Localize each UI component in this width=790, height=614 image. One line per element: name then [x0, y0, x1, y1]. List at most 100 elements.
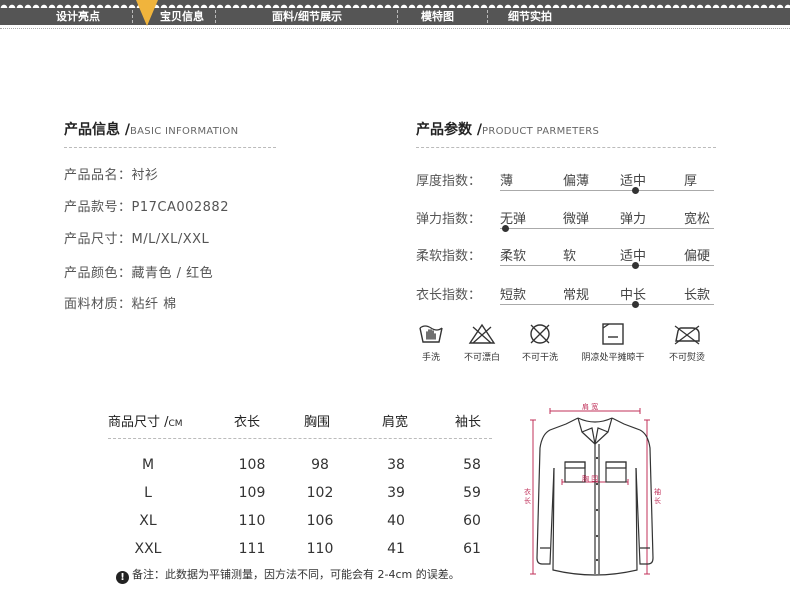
measure-cell: 106	[306, 513, 334, 529]
size-cell: L	[144, 485, 152, 501]
measure-cell: 108	[238, 457, 266, 473]
care-label-no-dry-clean: 不可干洗	[521, 353, 558, 363]
diagram-chest-label: 胸 围	[582, 475, 599, 483]
param-scale-line	[500, 228, 714, 229]
param-selected-dot	[632, 301, 639, 308]
info-style-no: 产品款号：P17CA002882	[64, 200, 229, 215]
warning-icon: !	[116, 571, 129, 584]
param-option: 宽松	[684, 212, 711, 227]
param-option: 适中	[620, 174, 647, 189]
size-cell: XL	[139, 513, 157, 529]
param-selected-dot	[502, 225, 509, 232]
info-name: 产品品名：衬衫	[64, 168, 159, 183]
care-label-dry-flat: 阴凉处平摊晾干	[581, 353, 645, 363]
param-option: 中长	[620, 288, 647, 303]
param-option: 短款	[500, 288, 527, 303]
nav-separator	[132, 10, 133, 23]
param-label: 衣长指数：	[416, 288, 482, 303]
size-table-unit: CM	[168, 419, 183, 429]
param-option: 偏硬	[684, 249, 711, 264]
care-hand-wash: 手洗	[416, 322, 446, 363]
param-scale-line	[500, 190, 714, 191]
size-table-title-cn: 商品尺寸 /	[108, 415, 169, 430]
param-scale-line	[500, 265, 714, 266]
product-params-title-en: PRODUCT PARMETERS	[482, 126, 600, 137]
param-option: 常规	[563, 288, 590, 303]
basic-info-title-cn: 产品信息 /	[64, 122, 130, 138]
measure-cell: 98	[311, 457, 329, 473]
param-label: 厚度指数：	[416, 174, 482, 189]
nav-item-detail[interactable]: 细节实拍	[508, 8, 552, 25]
param-option: 弹力	[620, 212, 647, 227]
param-scale-line	[500, 304, 714, 305]
measure-cell: 60	[463, 513, 481, 529]
shirt-outline-icon	[530, 408, 654, 576]
care-no-dry-clean: 不可干洗	[518, 322, 562, 363]
param-option: 适中	[620, 249, 647, 264]
param-option: 微弹	[563, 212, 590, 227]
param-option: 长款	[684, 288, 711, 303]
size-note-text: 备注：此数据为平铺测量，因方法不同，可能会有 2-4cm 的误差。	[132, 568, 460, 581]
product-params-title-cn: 产品参数 /	[416, 122, 482, 138]
no-iron-icon	[674, 325, 700, 345]
col-header-length: 衣长	[234, 415, 261, 430]
shirt-measure-diagram: 肩 宽 胸 围 衣 长 袖 长	[520, 398, 670, 588]
measure-cell: 61	[463, 541, 481, 557]
active-tab-arrow-icon	[136, 0, 158, 26]
col-header-shoulder: 肩宽	[382, 415, 409, 430]
no-bleach-icon	[468, 323, 496, 344]
param-option: 软	[563, 249, 577, 264]
size-note: ! 备注：此数据为平铺测量，因方法不同，可能会有 2-4cm 的误差。	[116, 566, 460, 584]
care-label-no-iron: 不可熨烫	[668, 353, 705, 363]
nav-item-info[interactable]: 宝贝信息	[160, 8, 204, 25]
measure-cell: 41	[387, 541, 405, 557]
measure-cell: 40	[387, 513, 405, 529]
measure-cell: 109	[238, 485, 266, 501]
nav-strip: 设计亮点 宝贝信息 面料/细节展示 模特图 细节实拍	[0, 8, 790, 25]
basic-info-title: 产品信息 /BASIC INFORMATION	[64, 119, 238, 139]
info-material: 面料材质：粘纤 棉	[64, 297, 177, 312]
info-size: 产品尺寸：M/L/XL/XXL	[64, 232, 210, 247]
care-no-iron: 不可熨烫	[662, 322, 712, 363]
measure-cell: 39	[387, 485, 405, 501]
measure-cell: 38	[387, 457, 405, 473]
nav-wave-border	[0, 0, 790, 8]
nav-item-design[interactable]: 设计亮点	[56, 8, 100, 25]
nav-separator	[215, 10, 216, 23]
measure-cell: 110	[306, 541, 334, 557]
measure-cell: 102	[306, 485, 334, 501]
nav-item-model[interactable]: 模特图	[421, 8, 454, 25]
hand-wash-icon	[419, 325, 443, 343]
dry-flat-shade-icon	[602, 323, 624, 345]
param-option: 柔软	[500, 249, 527, 264]
care-label-no-bleach: 不可漂白	[463, 353, 500, 363]
param-option: 偏薄	[563, 174, 590, 189]
param-label: 柔软指数：	[416, 249, 482, 264]
size-table-title: 商品尺寸 /CM	[108, 411, 183, 430]
col-header-chest: 胸围	[304, 415, 331, 430]
care-label-hand-wash: 手洗	[421, 353, 440, 363]
size-cell: XXL	[134, 541, 162, 557]
care-no-bleach: 不可漂白	[460, 322, 504, 363]
diagram-length-label: 衣 长	[524, 488, 531, 505]
info-color: 产品颜色：藏青色 / 红色	[64, 266, 214, 281]
param-selected-dot	[632, 262, 639, 269]
measure-cell: 110	[238, 513, 266, 529]
product-params-title: 产品参数 /PRODUCT PARMETERS	[416, 119, 599, 139]
param-option: 薄	[500, 174, 514, 189]
nav-item-fabric[interactable]: 面料/细节展示	[272, 8, 342, 25]
product-params-divider	[416, 147, 716, 148]
nav-separator	[487, 10, 488, 23]
size-table-divider	[108, 438, 492, 439]
nav-dotted-line	[0, 28, 790, 29]
measure-cell: 59	[463, 485, 481, 501]
param-option: 厚	[684, 174, 698, 189]
param-selected-dot	[632, 187, 639, 194]
col-header-sleeve: 袖长	[455, 415, 482, 430]
nav-separator	[397, 10, 398, 23]
measure-cell: 111	[238, 541, 266, 557]
diagram-shoulder-label: 肩 宽	[582, 403, 599, 411]
measure-cell: 58	[463, 457, 481, 473]
diagram-sleeve-label: 袖 长	[654, 488, 661, 505]
basic-info-divider	[64, 147, 276, 148]
